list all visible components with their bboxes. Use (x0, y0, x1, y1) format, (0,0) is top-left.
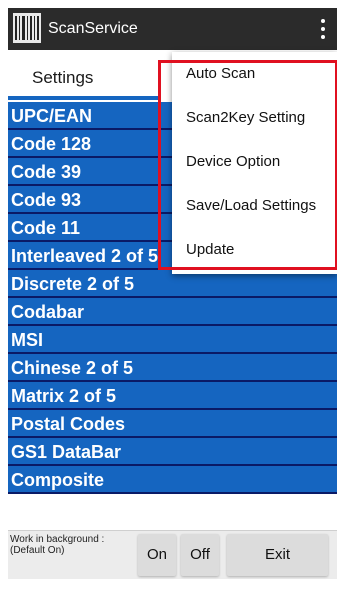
symbology-item[interactable]: Discrete 2 of 5 (8, 270, 337, 298)
background-label-line1: Work in background : (10, 534, 105, 545)
symbology-item[interactable]: Codabar (8, 298, 337, 326)
symbology-item[interactable]: Composite (8, 466, 337, 494)
device-screen: ScanService Settings T UPC/EAN Code 128 … (8, 8, 337, 590)
tab-settings[interactable]: Settings (32, 50, 93, 102)
off-button[interactable]: Off (181, 534, 219, 576)
overflow-menu-icon[interactable] (311, 11, 335, 47)
tab-indicator (8, 96, 158, 100)
symbology-item[interactable]: MSI (8, 326, 337, 354)
on-button[interactable]: On (138, 534, 176, 576)
symbology-item[interactable]: Chinese 2 of 5 (8, 354, 337, 382)
barcode-icon (13, 13, 41, 43)
bottom-bar: Work in background : (Default On) On Off… (8, 530, 337, 579)
symbology-item[interactable]: Matrix 2 of 5 (8, 382, 337, 410)
symbology-item[interactable]: Postal Codes (8, 410, 337, 438)
app-bar: ScanService (8, 8, 337, 50)
app-title: ScanService (48, 20, 138, 37)
exit-button[interactable]: Exit (227, 534, 328, 576)
symbology-item[interactable]: GS1 DataBar (8, 438, 337, 466)
background-label-line2: (Default On) (10, 545, 65, 556)
background-mode-label: Work in background : (Default On) (10, 534, 104, 556)
highlight-box (158, 60, 337, 270)
